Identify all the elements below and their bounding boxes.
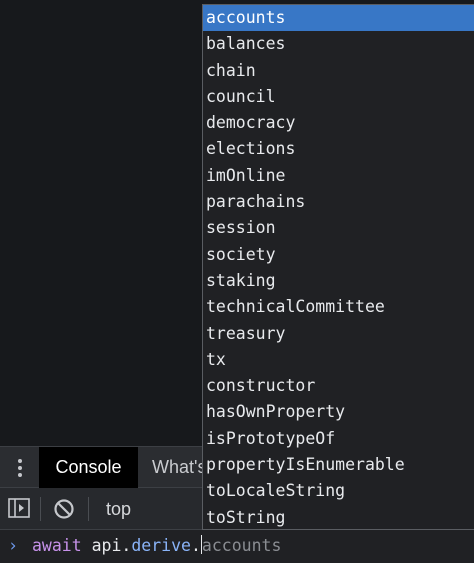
- suggestion-item[interactable]: constructor: [203, 373, 474, 399]
- prompt-chevron-icon: ›: [8, 536, 18, 555]
- context-selector[interactable]: top: [106, 488, 131, 530]
- suggestion-item[interactable]: toLocaleString: [203, 478, 474, 504]
- suggestion-item[interactable]: parachains: [203, 189, 474, 215]
- suggestion-item[interactable]: session: [203, 215, 474, 241]
- suggestion-item[interactable]: staking: [203, 268, 474, 294]
- input-object: api: [91, 536, 122, 555]
- suggestion-item[interactable]: elections: [203, 136, 474, 162]
- tab-whats-new[interactable]: What's: [152, 447, 206, 488]
- suggestion-item[interactable]: society: [203, 242, 474, 268]
- input-keyword: await: [32, 536, 82, 555]
- suggestion-item[interactable]: tx: [203, 347, 474, 373]
- suggestion-item[interactable]: treasury: [203, 321, 474, 347]
- suggestion-item[interactable]: chain: [203, 58, 474, 84]
- input-property: derive: [131, 536, 191, 555]
- suggestion-item[interactable]: hasOwnProperty: [203, 399, 474, 425]
- suggestion-item[interactable]: democracy: [203, 110, 474, 136]
- suggestion-item[interactable]: accounts: [203, 5, 474, 32]
- kebab-menu-icon[interactable]: [12, 456, 28, 480]
- tab-console[interactable]: Console: [39, 447, 138, 488]
- input-dot: .: [121, 536, 132, 555]
- suggestion-item[interactable]: imOnline: [203, 163, 474, 189]
- toolbar-divider: [88, 497, 89, 521]
- ghost-completion: accounts: [201, 536, 282, 555]
- toolbar-divider: [40, 497, 41, 521]
- suggestion-item[interactable]: toString: [203, 505, 474, 529]
- sidebar-toggle-icon[interactable]: [8, 498, 30, 518]
- suggestion-item[interactable]: balances: [203, 31, 474, 57]
- suggestion-item[interactable]: propertyIsEnumerable: [203, 452, 474, 478]
- console-prompt[interactable]: › await api.derive.accounts: [0, 531, 474, 563]
- suggestion-item[interactable]: council: [203, 84, 474, 110]
- console-input[interactable]: await api.derive.accounts: [32, 531, 281, 561]
- suggestion-item[interactable]: technicalCommittee: [203, 294, 474, 320]
- suggestion-item[interactable]: isPrototypeOf: [203, 426, 474, 452]
- input-dot: .: [190, 536, 201, 555]
- autocomplete-popup: accounts balances chain council democrac…: [202, 4, 474, 530]
- clear-console-icon[interactable]: [53, 498, 75, 520]
